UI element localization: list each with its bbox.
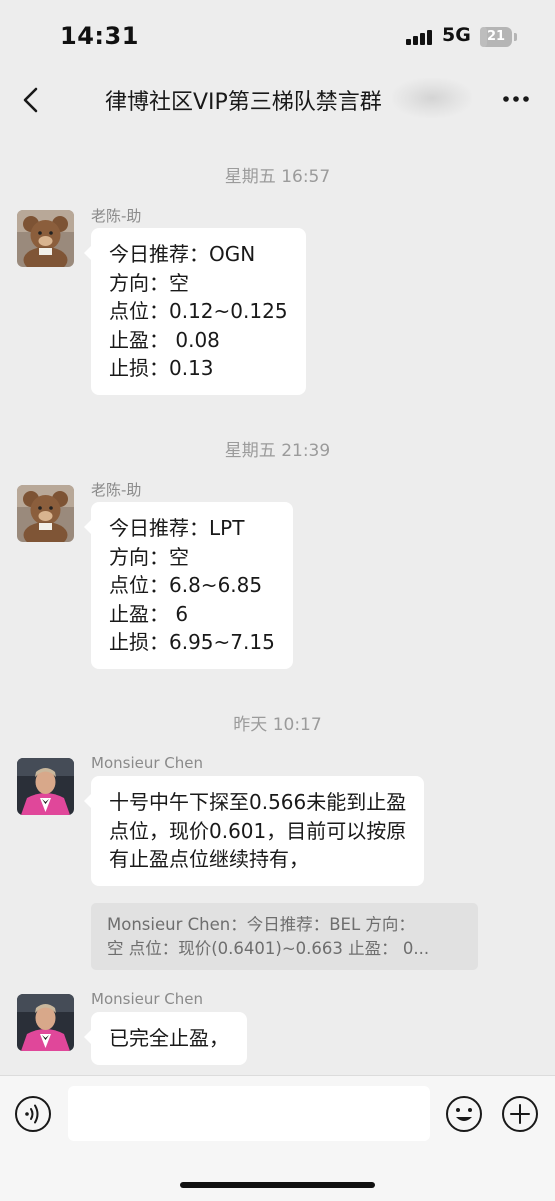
quote-line: 空 点位：现价(0.6401)~0.663 止盈： 0...	[107, 939, 430, 958]
quoted-message[interactable]: Monsieur Chen：今日推荐：BEL 方向： 空 点位：现价(0.640…	[91, 903, 478, 970]
network-type: 5G	[442, 24, 471, 46]
message-line: 止损：0.13	[109, 356, 214, 380]
message-bubble[interactable]: 十号中午下探至0.566未能到止盈 点位，现价0.601，目前可以按原 有止盈点…	[83, 776, 425, 886]
message-line: 方向：空	[109, 270, 189, 295]
man-in-pink-suit-avatar[interactable]	[17, 758, 74, 815]
message-line: 已完全止盈，	[109, 1026, 229, 1050]
message-bubble[interactable]: 今日推荐：LPT 方向：空 点位：6.8~6.85 止盈： 6 止损：6.95~…	[84, 502, 293, 669]
voice-input-icon[interactable]	[14, 1095, 52, 1133]
message-timestamp: 星期五 21:39	[224, 441, 331, 461]
chat-title: 律博社区VIP第三梯队禁言群	[105, 90, 382, 115]
sender-name: 老陈-助	[91, 207, 142, 225]
sender-name: Monsieur Chen	[91, 754, 203, 772]
teddy-bear-avatar[interactable]	[17, 485, 74, 542]
sender-name: 老陈-助	[91, 481, 142, 499]
message-line: 点位：6.8~6.85	[109, 573, 263, 597]
message-input[interactable]	[68, 1086, 430, 1141]
message-line: 有止盈点位继续持有，	[109, 847, 309, 871]
message-line: 点位，现价0.601，目前可以按原	[109, 818, 407, 843]
input-bar	[0, 1075, 555, 1201]
quote-line: Monsieur Chen：今日推荐：BEL 方向：	[107, 915, 415, 934]
message-line: 今日推荐：OGN	[109, 242, 256, 266]
message-bubble[interactable]: 已完全止盈，	[84, 1012, 247, 1065]
battery-tip	[514, 33, 517, 41]
chat-header: 律博社区VIP第三梯队禁言群	[0, 70, 555, 130]
sender-name: Monsieur Chen	[91, 990, 203, 1008]
message-line: 止盈： 6	[109, 601, 189, 626]
message-line: 止损：6.95~7.15	[109, 630, 275, 654]
status-bar: 14:31 5G 21	[0, 0, 555, 70]
blurred-overlay	[392, 78, 472, 118]
home-indicator[interactable]	[180, 1182, 375, 1188]
chevron-left-icon[interactable]	[16, 82, 48, 118]
message-line: 方向：空	[109, 544, 189, 569]
message-timestamp: 昨天 10:17	[233, 715, 322, 735]
emoji-icon[interactable]	[445, 1095, 483, 1133]
battery-percent: 21	[486, 29, 506, 44]
battery-icon: 21	[480, 27, 512, 47]
message-list[interactable]: 星期五 16:57 老陈-助 今日推荐：OGN 方向：空 点位：0.12~0.1…	[0, 130, 555, 1075]
message-line: 十号中午下探至0.566未能到止盈	[109, 790, 407, 814]
more-dots-icon[interactable]	[500, 85, 532, 113]
status-time: 14:31	[60, 22, 139, 50]
man-in-pink-suit-avatar[interactable]	[17, 994, 74, 1051]
message-line: 今日推荐：LPT	[109, 516, 245, 540]
message-line: 止盈： 0.08	[109, 327, 220, 352]
message-bubble[interactable]: 今日推荐：OGN 方向：空 点位：0.12~0.125 止盈： 0.08 止损：…	[84, 228, 306, 395]
message-line: 点位：0.12~0.125	[109, 299, 288, 323]
message-timestamp: 星期五 16:57	[224, 167, 331, 187]
teddy-bear-avatar[interactable]	[17, 210, 74, 267]
plus-icon[interactable]	[501, 1095, 539, 1133]
signal-icon	[406, 29, 434, 45]
